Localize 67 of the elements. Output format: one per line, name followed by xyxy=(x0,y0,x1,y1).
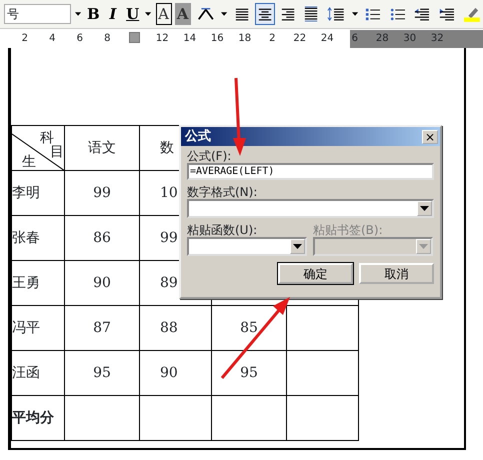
dialog-title: 公式 xyxy=(185,128,211,146)
table-cell: 王勇 xyxy=(12,260,64,306)
ruler-number: 22 xyxy=(293,33,306,44)
underline-button[interactable]: U xyxy=(124,3,142,25)
header-text: 生 xyxy=(22,153,36,172)
ruler-number: 24 xyxy=(320,33,334,44)
font-size-field[interactable]: 号 xyxy=(4,4,71,24)
align-center-icon xyxy=(258,6,272,22)
distributed-icon xyxy=(304,5,318,23)
align-center-button[interactable] xyxy=(254,3,275,25)
bold-button[interactable]: B xyxy=(84,3,102,25)
caret-icon xyxy=(145,12,152,16)
character-scale-icon xyxy=(196,6,214,22)
decrease-indent-icon xyxy=(414,6,430,22)
table-cell: 87 xyxy=(64,306,140,350)
ruler-number: 30 xyxy=(403,33,416,44)
ruler-number: 6 xyxy=(76,33,83,44)
table-cell: 90 xyxy=(140,350,212,396)
caret-icon xyxy=(221,12,228,16)
number-format-select[interactable] xyxy=(187,199,434,218)
align-right-icon xyxy=(280,6,295,22)
ruler-number: 12 xyxy=(156,33,169,44)
caret-icon xyxy=(420,206,429,211)
table-cell: 95 xyxy=(64,350,140,396)
formula-field[interactable]: =AVERAGE(LEFT) xyxy=(187,163,434,180)
caret-icon xyxy=(74,12,81,16)
dialog-button[interactable]: 取消 xyxy=(359,263,434,284)
table-cell: 冯平 xyxy=(12,306,64,350)
highlighter-icon xyxy=(464,5,480,23)
paste-function-select[interactable] xyxy=(187,237,307,256)
caret-icon xyxy=(352,12,358,16)
table-cell: 88 xyxy=(140,306,212,350)
field-label: 粘贴书签(B): xyxy=(313,223,384,237)
dialog-button[interactable]: 确定 xyxy=(278,263,353,284)
close-button[interactable]: × xyxy=(422,130,438,144)
ruler-number: 32 xyxy=(430,33,444,44)
table-cell: 平均分 xyxy=(12,396,64,440)
line-spacing-icon xyxy=(326,6,345,22)
ruler-number: 2 xyxy=(22,33,28,44)
increase-indent-icon xyxy=(439,6,456,22)
ruler-number: 28 xyxy=(376,33,389,44)
justify-icon xyxy=(234,6,249,22)
ruler-number: 18 xyxy=(238,33,252,44)
ruler-number: 8 xyxy=(104,33,110,44)
italic-button[interactable]: I xyxy=(104,3,121,25)
table-cell: 汪函 xyxy=(12,350,64,396)
ruler-number: 14 xyxy=(183,33,196,44)
ruler-number: 16 xyxy=(210,33,224,44)
table-cell: 李明 xyxy=(12,170,64,216)
header-text: 目 xyxy=(50,144,64,162)
character-border-button[interactable]: A xyxy=(156,3,172,25)
caret-icon xyxy=(419,244,428,249)
header-text: 科 xyxy=(40,129,54,146)
ruler-number: 4 xyxy=(49,33,56,44)
bulleted-list-icon xyxy=(390,6,406,22)
character-shading-button[interactable]: A xyxy=(174,3,191,25)
table-cell: 语文 xyxy=(64,126,140,170)
table-cell: 张春 xyxy=(12,216,64,260)
numbered-list-icon xyxy=(364,6,381,22)
ruler-number: 2 xyxy=(269,33,276,44)
table-cell: 95 xyxy=(212,350,286,396)
caret-icon xyxy=(293,244,302,249)
table-cell: 99 xyxy=(64,170,140,216)
ruler-number: 6 xyxy=(352,33,358,44)
table-cell: 90 xyxy=(64,260,140,306)
table-cell: 86 xyxy=(64,216,140,260)
ruler-marker xyxy=(129,32,140,42)
